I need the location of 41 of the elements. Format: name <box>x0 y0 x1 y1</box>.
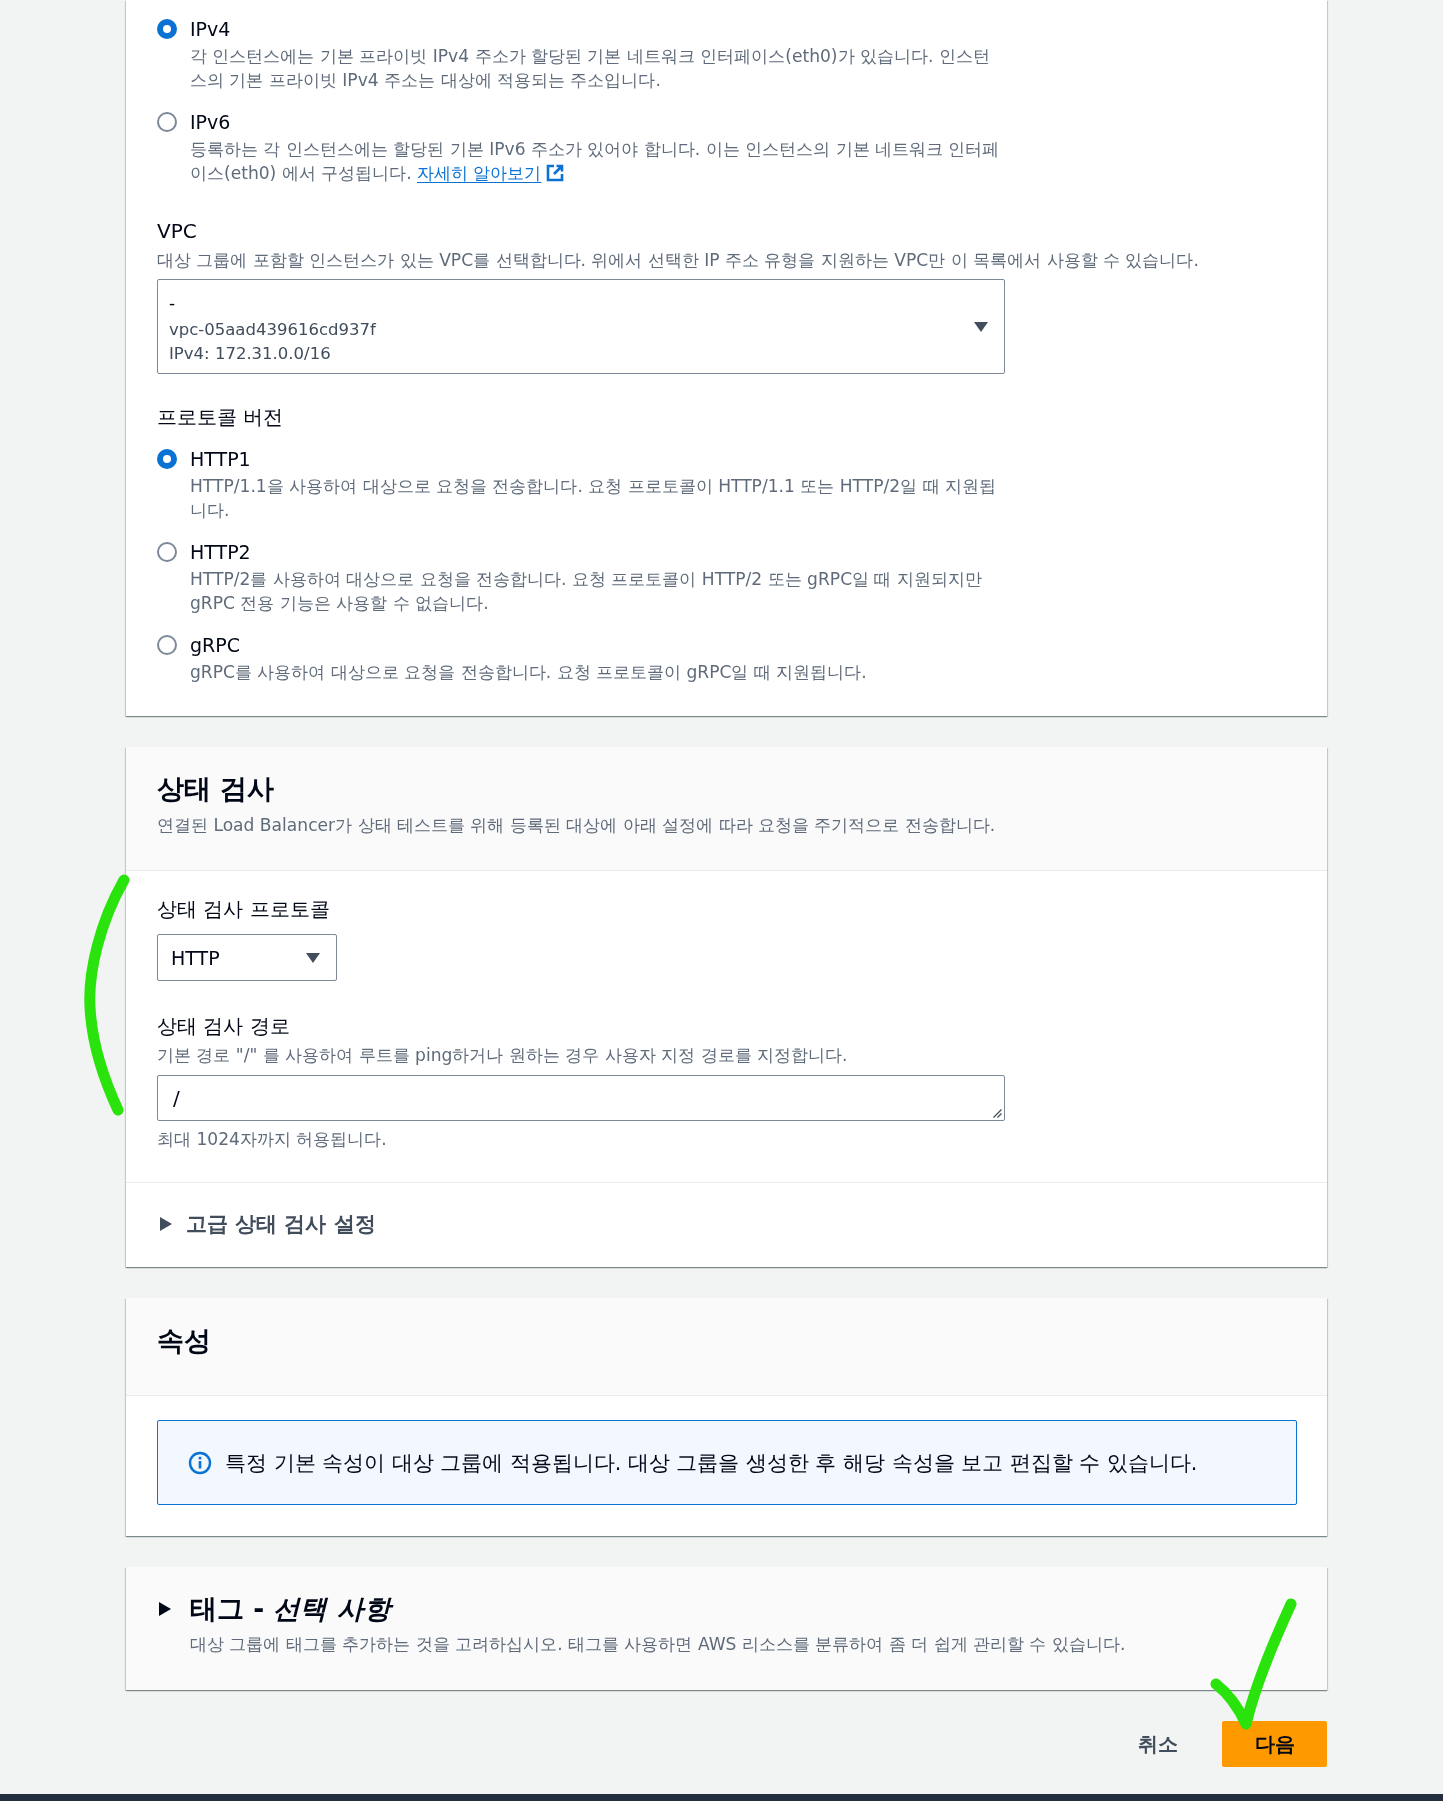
radio-button[interactable] <box>157 112 177 132</box>
caret-right-icon <box>159 1602 171 1616</box>
section-description: 대상 그룹에 태그를 추가하는 것을 고려하십시오. 태그를 사용하면 AWS 리소스를 분류하여 좀 더 쉽게 관리할 수 있습니다. <box>190 1633 1127 1656</box>
resize-grip-icon <box>992 1108 1002 1118</box>
radio-button[interactable] <box>157 449 177 469</box>
protocol-select[interactable]: HTTP <box>157 934 337 981</box>
field-label: 프로토콜 버전 <box>157 405 285 429</box>
field-label: 상태 검사 프로토콜 <box>157 897 331 921</box>
section-description: 연결된 Load Balancer가 상태 테스트를 위해 등록된 대상에 아래 설정에 따라 요청을 주기적으로 전송합니다. <box>157 814 997 837</box>
vpc-select[interactable]: - vpc-05aad439616cd937f IPv4: 172.31.0.0/16 <box>157 279 1005 374</box>
option-description: gRPC를 사용하여 대상으로 요청을 전송합니다. 요청 프로토콜이 gRPC일 때 지원됩니다. <box>190 661 868 684</box>
section-title: 속성 <box>157 1325 212 1357</box>
field-description: 기본 경로 "/" 를 사용하여 루트를 ping하거나 원하는 경우 사용자 지정 경로를 지정합니다. <box>157 1044 849 1067</box>
field-description: 대상 그룹에 포함할 인스턴스가 있는 VPC를 선택합니다. 위에서 선택한 IP 주소 유형을 지원하는 VPC만 이 목록에서 사용할 수 있습니다. <box>157 249 1200 272</box>
path-input[interactable]: / <box>157 1075 1005 1121</box>
field-hint: 최대 1024자까지 허용됩니다. <box>157 1128 388 1151</box>
radio-label: HTTP2 <box>190 540 252 564</box>
next-button[interactable]: 다음 <box>1222 1721 1327 1767</box>
radio-label: gRPC <box>190 633 241 657</box>
option-description: 등록하는 각 인스턴스에는 할당된 기본 IPv6 주소가 있어야 합니다. 이는 인스턴스의 기본 네트워크 인터페이스(eth0) 에서 구성됩니다. 자세히 알아보기 <box>190 138 1001 185</box>
option-description: 각 인스턴스에는 기본 프라이빗 IPv4 주소가 할당된 기본 네트워크 인터페이스(eth0)가 있습니다. 인스턴스의 기본 프라이빗 IPv4 주소는 대상에 적용되는 주소입니다. <box>190 45 991 92</box>
field-label: VPC <box>157 219 198 243</box>
caret-down-icon <box>306 952 320 963</box>
external-link-icon <box>545 163 566 183</box>
radio-button[interactable] <box>157 635 177 655</box>
radio-button[interactable] <box>157 542 177 562</box>
option-description: HTTP/2를 사용하여 대상으로 요청을 전송합니다. 요청 프로토콜이 HTTP/2 또는 gRPC일 때 지원되지만 gRPC 전용 기능은 사용할 수 없습니다. <box>190 568 983 615</box>
radio-label: HTTP1 <box>190 447 252 471</box>
info-text: 특정 기본 속성이 대상 그룹에 적용됩니다. 대상 그룹을 생성한 후 해당 속성을 보고 편집할 수 있습니다. <box>225 1449 1198 1476</box>
field-label: 상태 검사 경로 <box>157 1014 291 1038</box>
advanced-settings-toggle[interactable]: 고급 상태 검사 설정 <box>157 1211 376 1237</box>
caret-down-icon <box>974 321 988 332</box>
learn-more-link[interactable]: 자세히 알아보기 <box>417 163 566 183</box>
cancel-button[interactable]: 취소 <box>1118 1721 1198 1767</box>
section-title: 상태 검사 <box>157 773 276 805</box>
info-icon <box>188 1450 212 1475</box>
radio-label: IPv6 <box>190 110 232 134</box>
option-description: HTTP/1.1을 사용하여 대상으로 요청을 전송합니다. 요청 프로토콜이 HTTP/1.1 또는 HTTP/2일 때 지원됩니다. <box>190 475 997 522</box>
radio-button[interactable] <box>157 19 177 39</box>
caret-right-icon <box>160 1217 172 1231</box>
radio-label: IPv4 <box>190 17 232 41</box>
